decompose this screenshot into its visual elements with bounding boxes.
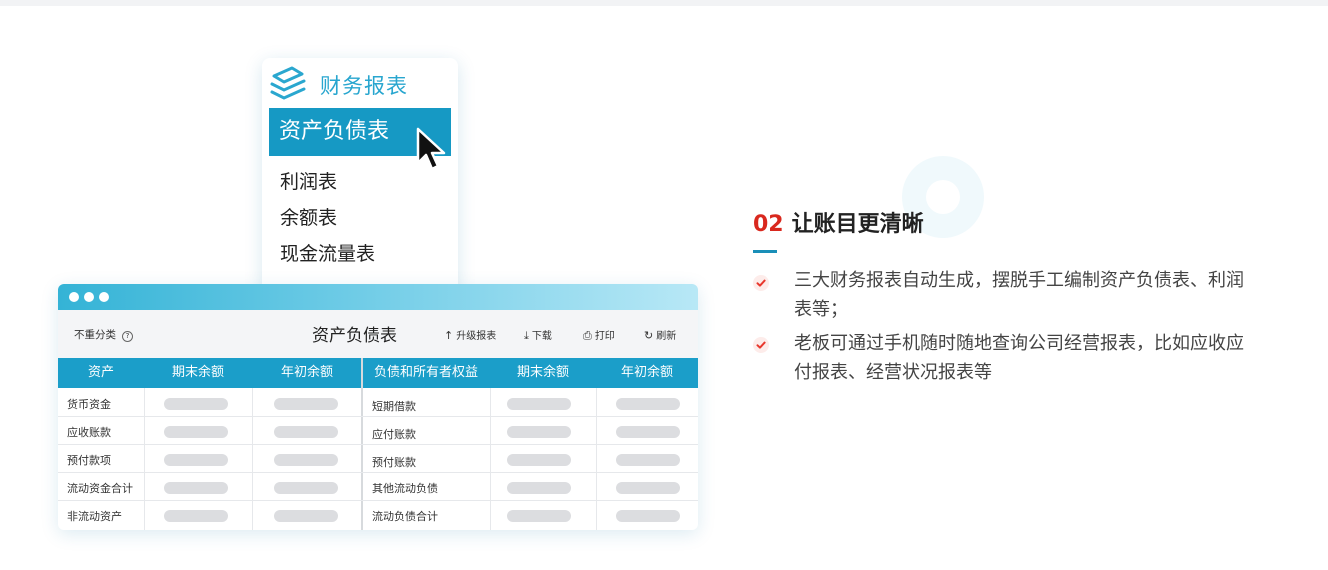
value-placeholder	[164, 398, 228, 410]
arrow-up-icon: ↑	[444, 329, 454, 342]
value-placeholder	[274, 482, 338, 494]
row-liability-label: 流动负债合计	[372, 510, 438, 523]
refresh-button[interactable]: ↻ 刷新	[644, 327, 676, 342]
feature-bullet-1: 三大财务报表自动生成，摆脱手工编制资产负债表、利润表等；	[794, 270, 1244, 320]
value-placeholder	[507, 482, 571, 494]
value-placeholder	[616, 482, 680, 494]
feature-bullet-2: 老板可通过手机随时随地查询公司经营报表，比如应收应付报表、经营状况报表等	[794, 333, 1244, 383]
table-header: 资产 期末余额 年初余额 负债和所有者权益 期末余额 年初余额	[58, 358, 698, 388]
window-dot-1[interactable]	[69, 292, 79, 302]
row-divider	[58, 472, 698, 473]
feature-title: 让账目更清晰	[791, 212, 924, 237]
col-divider	[490, 388, 491, 530]
top-strip	[0, 0, 1328, 6]
row-liability-label: 短期借款	[372, 400, 416, 413]
feature-number: 02	[753, 212, 784, 237]
check-icon	[753, 275, 769, 291]
download-label: 下载	[531, 331, 552, 342]
table-title: 资产负债表	[312, 326, 397, 346]
check-icon	[753, 337, 769, 353]
row-liability-label: 应付账款	[372, 428, 416, 441]
upgrade-report-button[interactable]: ↑ 升级报表	[444, 327, 496, 342]
col-header-begin-balance[interactable]: 年初余额	[252, 358, 362, 388]
report-logo-icon	[270, 66, 306, 100]
row-liability-label: 其他流动负债	[372, 482, 438, 495]
value-placeholder	[616, 398, 680, 410]
col-divider	[252, 388, 253, 530]
upgrade-report-label: 升级报表	[456, 331, 497, 342]
refresh-icon: ↻	[644, 329, 654, 342]
value-placeholder	[164, 454, 228, 466]
download-icon: ⤓	[524, 329, 529, 342]
row-asset-label: 预付款项	[67, 454, 111, 467]
value-placeholder	[507, 398, 571, 410]
value-placeholder	[507, 510, 571, 522]
report-menu-title: 财务报表	[320, 74, 408, 98]
printer-icon: ⎙	[583, 329, 592, 342]
balance-sheet-window: 不重分类? 资产负债表 ↑ 升级报表 ⤓ 下载 ⎙ 打印 ↻ 刷新 资产 期末余额 年初…	[58, 284, 698, 530]
no-reclassify-toggle[interactable]: 不重分类?	[74, 327, 133, 342]
value-placeholder	[164, 510, 228, 522]
value-placeholder	[274, 510, 338, 522]
value-placeholder	[616, 510, 680, 522]
col-divider	[596, 388, 597, 530]
table-toolbar: 不重分类? 资产负债表 ↑ 升级报表 ⤓ 下载 ⎙ 打印 ↻ 刷新	[58, 310, 698, 358]
menu-item-cash-flow[interactable]: 现金流量表	[280, 239, 375, 266]
row-asset-label: 应收账款	[67, 426, 111, 439]
col-header-end-balance-2[interactable]: 期末余额	[490, 358, 596, 388]
heading-underline	[753, 250, 777, 253]
row-divider	[58, 444, 698, 445]
value-placeholder	[164, 426, 228, 438]
window-dot-2[interactable]	[84, 292, 94, 302]
value-placeholder	[274, 398, 338, 410]
col-header-begin-balance-2[interactable]: 年初余额	[596, 358, 698, 388]
menu-item-income-statement[interactable]: 利润表	[280, 167, 337, 194]
value-placeholder	[164, 482, 228, 494]
window-dot-3[interactable]	[99, 292, 109, 302]
refresh-label: 刷新	[656, 331, 677, 342]
row-divider	[58, 500, 698, 501]
value-placeholder	[616, 426, 680, 438]
value-placeholder	[507, 454, 571, 466]
feature-heading: 02 让账目更清晰	[753, 206, 924, 238]
print-label: 打印	[594, 331, 615, 342]
value-placeholder	[616, 454, 680, 466]
row-liability-label: 预付账款	[372, 456, 416, 469]
value-placeholder	[507, 426, 571, 438]
col-header-assets[interactable]: 资产	[58, 358, 144, 388]
no-reclassify-label: 不重分类	[74, 329, 116, 341]
window-titlebar	[58, 284, 698, 310]
value-placeholder	[274, 454, 338, 466]
col-header-end-balance[interactable]: 期末余额	[144, 358, 252, 388]
download-button[interactable]: ⤓ 下载	[524, 327, 552, 343]
col-divider	[144, 388, 145, 530]
row-divider	[58, 416, 698, 417]
menu-item-balance-table[interactable]: 余额表	[280, 203, 337, 230]
row-asset-label: 货币资金	[67, 398, 111, 411]
row-asset-label: 非流动资产	[67, 510, 122, 523]
print-button[interactable]: ⎙ 打印	[583, 327, 615, 343]
help-icon[interactable]: ?	[122, 331, 133, 342]
value-placeholder	[274, 426, 338, 438]
mouse-cursor-icon	[416, 127, 446, 171]
col-header-liabilities-equity[interactable]: 负债和所有者权益	[362, 358, 490, 388]
row-asset-label: 流动资金合计	[67, 482, 133, 495]
